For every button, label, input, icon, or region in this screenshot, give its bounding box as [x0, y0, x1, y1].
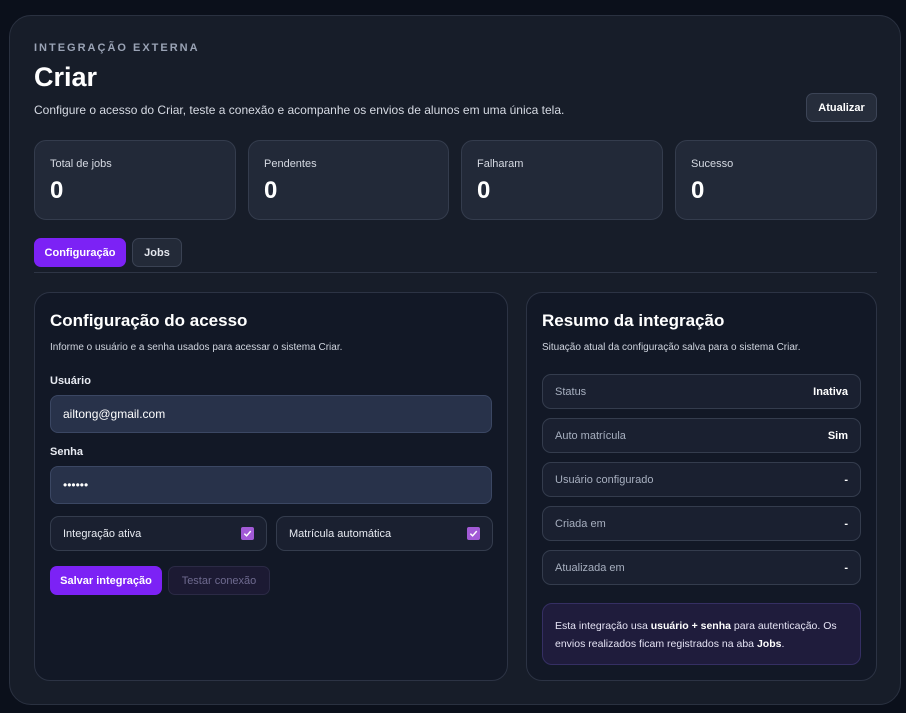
stat-label: Pendentes: [264, 158, 317, 170]
note-text: Esta integração usa: [555, 620, 651, 632]
summary-row-auto-matricula: Auto matrícula Sim: [542, 418, 861, 453]
summary-row-status: Status Inativa: [542, 374, 861, 409]
checkbox-checked-icon[interactable]: [467, 527, 480, 540]
summary-row-usuario-configurado: Usuário configurado -: [542, 462, 861, 497]
stat-card-pendentes: Pendentes 0: [248, 140, 449, 220]
panel-description: Situação atual da configuração salva par…: [542, 342, 801, 353]
access-config-panel: Configuração do acesso Informe o usuário…: [34, 292, 508, 681]
panel-description: Informe o usuário e a senha usados para …: [50, 342, 343, 353]
password-field[interactable]: [50, 466, 492, 504]
summary-value: -: [844, 518, 848, 530]
stat-card-sucesso: Sucesso 0: [675, 140, 877, 220]
stat-value: 0: [50, 177, 64, 204]
toggle-label: Matrícula automática: [289, 528, 392, 540]
user-label: Usuário: [50, 375, 91, 387]
summary-value: Sim: [827, 430, 848, 442]
toggle-label: Integração ativa: [63, 528, 142, 540]
password-label: Senha: [50, 446, 84, 458]
summary-value: -: [844, 562, 848, 574]
integration-page: INTEGRAÇÃO EXTERNA Criar Configure o ace…: [9, 15, 901, 705]
stat-label: Total de jobs: [50, 158, 112, 170]
integration-summary-panel: Resumo da integração Situação atual da c…: [526, 292, 877, 681]
panel-title: Configuração do acesso: [50, 311, 248, 330]
page-eyebrow: INTEGRAÇÃO EXTERNA: [34, 42, 200, 54]
summary-key: Criada em: [555, 518, 606, 530]
integration-active-toggle[interactable]: Integração ativa: [50, 516, 267, 551]
auto-enrollment-toggle[interactable]: Matrícula automática: [276, 516, 493, 551]
summary-key: Atualizada em: [555, 562, 625, 574]
tab-jobs[interactable]: Jobs: [132, 238, 182, 267]
summary-value: Inativa: [813, 386, 848, 398]
user-field[interactable]: [50, 395, 492, 433]
note-bold-jobs: Jobs: [756, 638, 782, 650]
checkbox-checked-icon[interactable]: [241, 527, 254, 540]
test-connection-button[interactable]: Testar conexão: [168, 566, 270, 595]
save-integration-button[interactable]: Salvar integração: [50, 566, 162, 595]
note-text: .: [781, 638, 785, 650]
summary-key: Usuário configurado: [555, 474, 654, 486]
stat-card-total-jobs: Total de jobs 0: [34, 140, 236, 220]
summary-key: Auto matrícula: [555, 430, 626, 442]
summary-key: Status: [555, 386, 587, 398]
tabs-divider: [34, 272, 877, 273]
page-title: Criar: [34, 62, 98, 92]
summary-row-atualizada-em: Atualizada em -: [542, 550, 861, 585]
stat-card-falharam: Falharam 0: [461, 140, 663, 220]
tab-configuracao[interactable]: Configuração: [34, 238, 126, 267]
page-subtitle: Configure o acesso do Criar, teste a con…: [34, 103, 565, 117]
info-note: Esta integração usa usuário + senha para…: [542, 603, 861, 665]
summary-value: -: [844, 474, 848, 486]
note-bold-auth: usuário + senha: [650, 620, 731, 632]
summary-row-criada-em: Criada em -: [542, 506, 861, 541]
stat-value: 0: [691, 177, 705, 204]
stat-label: Sucesso: [691, 158, 734, 170]
refresh-button[interactable]: Atualizar: [806, 93, 877, 122]
stat-label: Falharam: [477, 158, 524, 170]
panel-title: Resumo da integração: [542, 311, 725, 330]
stat-value: 0: [477, 177, 491, 204]
stat-value: 0: [264, 177, 278, 204]
